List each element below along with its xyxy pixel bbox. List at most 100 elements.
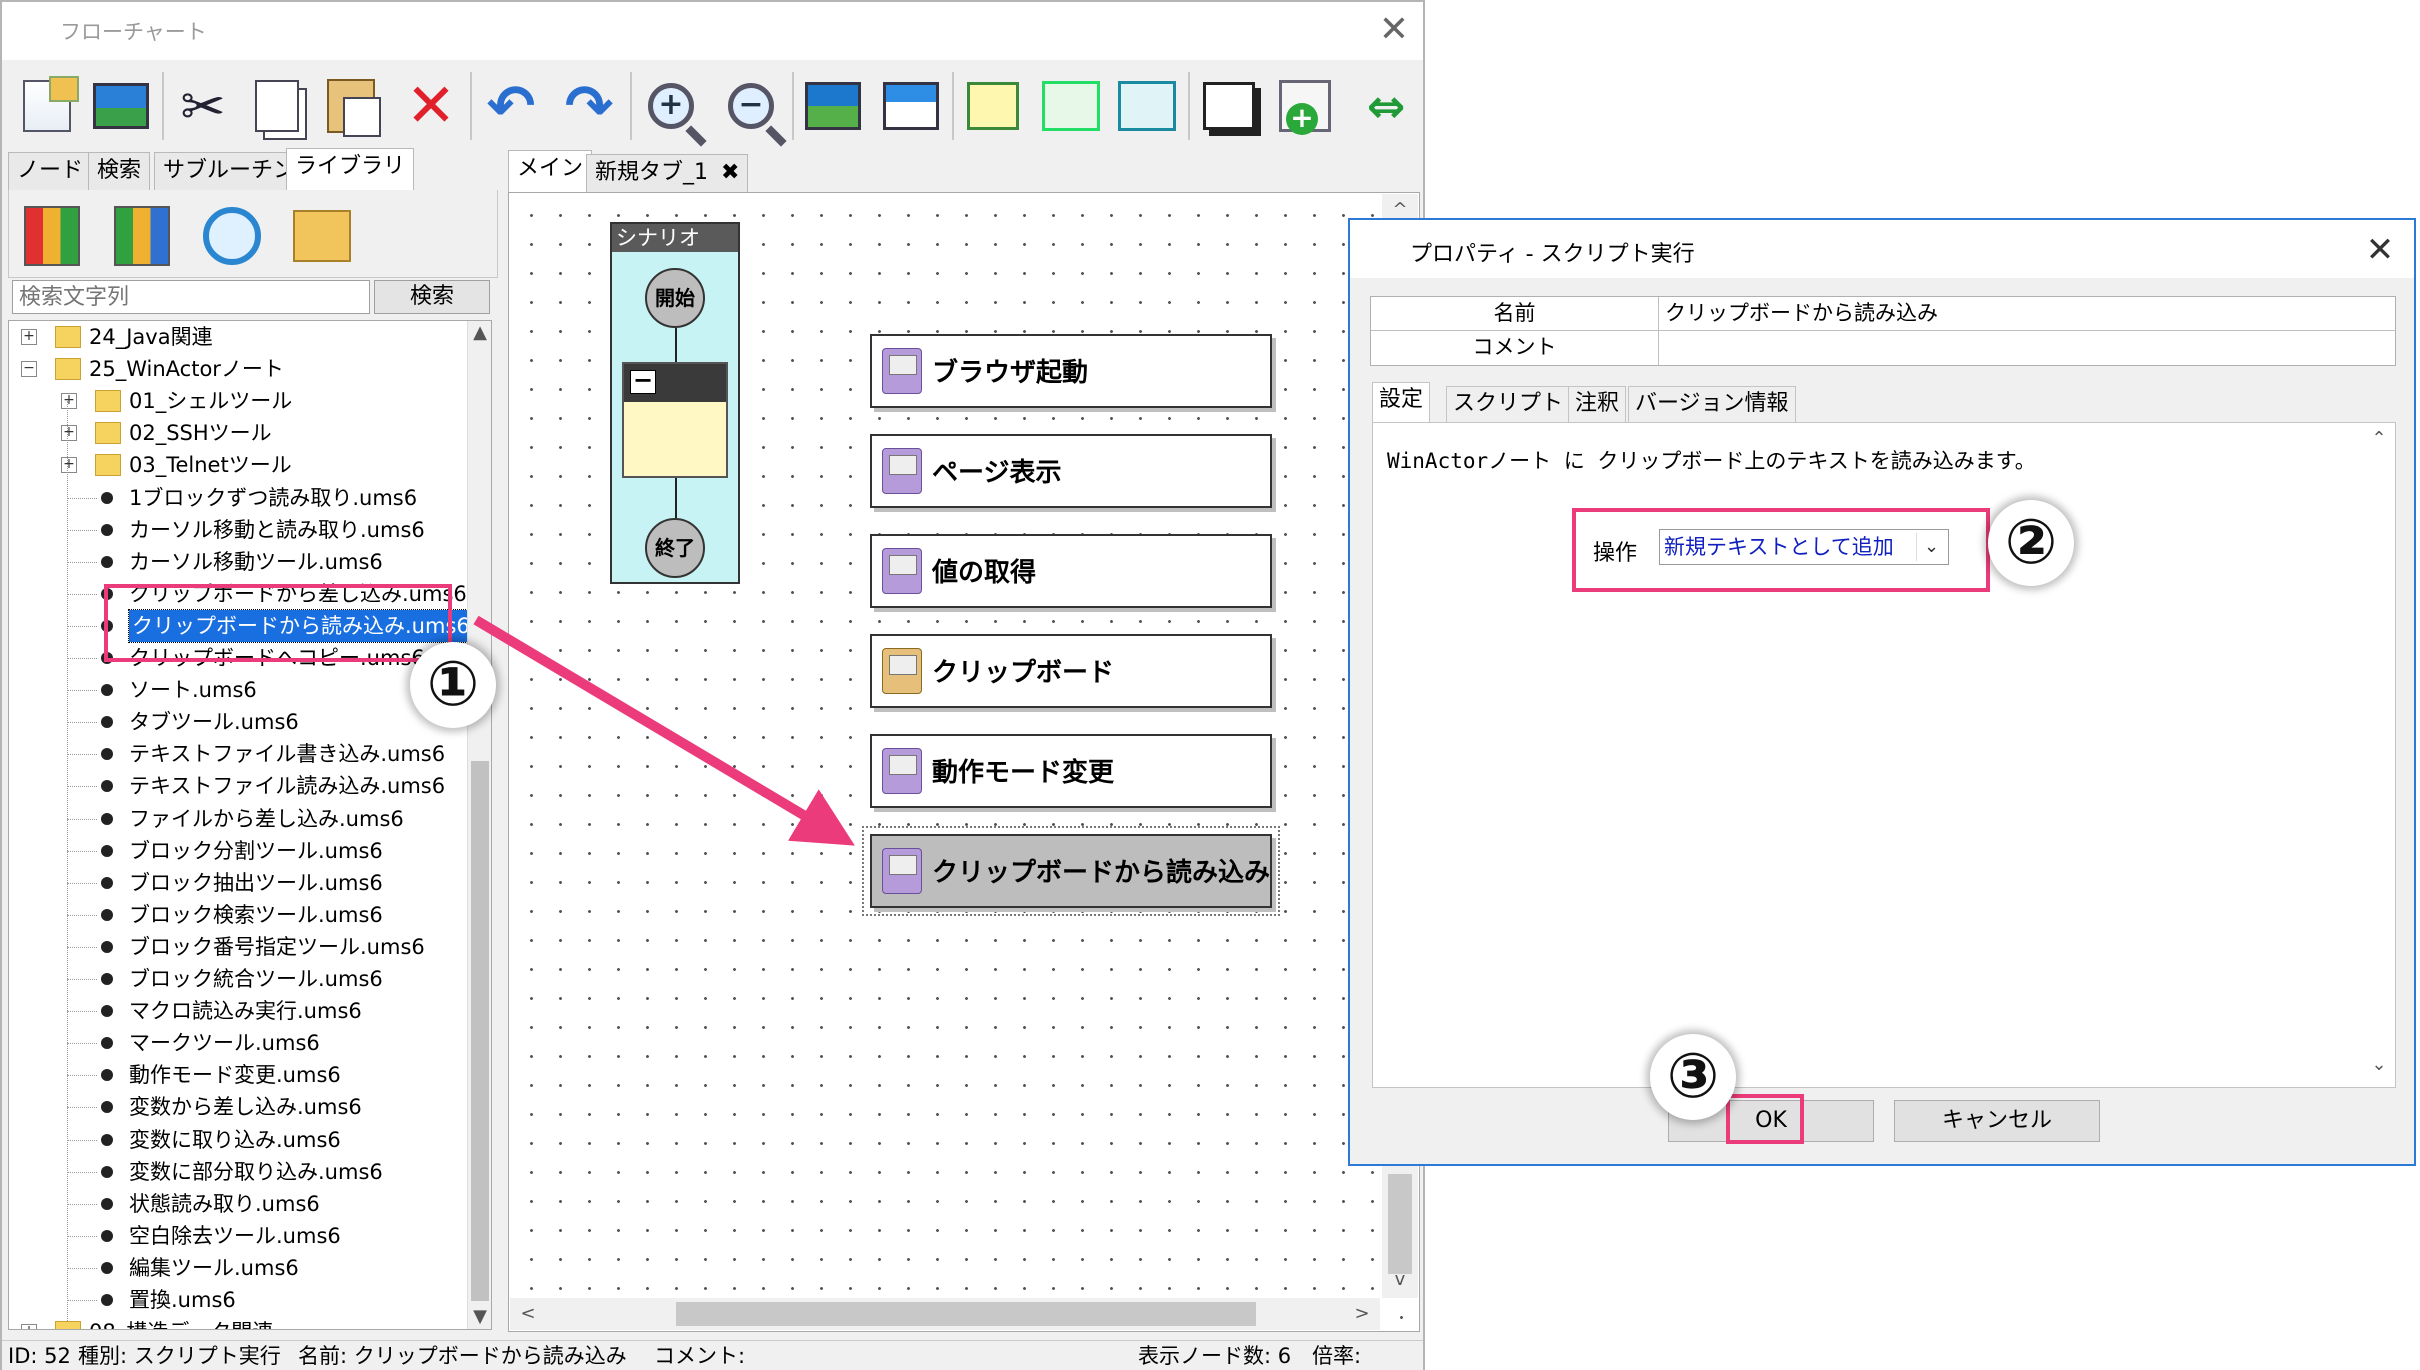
stack-icon[interactable] [1194,70,1264,142]
bullet-icon [101,716,113,729]
capture-icon[interactable] [798,70,868,142]
clipboard-icon [882,648,922,694]
action-node[interactable]: ブラウザ起動 [870,334,1272,408]
prop-value-name[interactable]: クリップボードから読み込み [1665,297,1938,329]
bullet-icon [101,1294,113,1306]
start-node[interactable]: 開始 [645,268,705,328]
tree-item-label: 変数から差し込み.ums6 [129,1095,362,1120]
tree-item-label: 変数に取り込み.ums6 [129,1127,341,1152]
property-table: 名前 クリップボードから読み込み コメント [1370,296,2396,366]
canvas-tabs: メイン 新規タブ_1 ✖ [508,150,1422,194]
undo-icon[interactable]: ↶ [476,70,546,142]
tab-node[interactable]: ノード [8,152,93,190]
import-icon[interactable] [1112,70,1182,142]
canvas-scroll-right[interactable]: > [1350,1302,1374,1326]
add-node-icon[interactable] [1270,70,1340,142]
tree-scroll-thumb[interactable] [471,761,489,1301]
tree-scroll-up[interactable]: ▲ [468,321,491,345]
tab-annotation[interactable]: 注釈 [1568,386,1627,422]
main-toolbar: ✂ ✕ ↶ ↷ + − ⇔ [2,64,1423,150]
properties-icon[interactable] [12,70,82,142]
cut-icon[interactable]: ✂ [168,70,238,142]
bullet-icon [101,973,113,985]
tree-connector [67,1011,97,1013]
canvas-scroll-left[interactable]: < [516,1302,540,1326]
annotation-step-1: ① [410,642,496,728]
expand-icon[interactable]: + [61,457,77,474]
title-bar: フローチャート ✕ [2,2,1423,60]
bullet-icon [101,1229,113,1242]
annotation-step-2: ② [1988,500,2074,586]
bullet-icon [101,1197,113,1210]
tab-library[interactable]: ライブラリ [286,148,415,190]
delete-icon[interactable]: ✕ [396,70,466,142]
tab-search[interactable]: 検索 [88,152,151,190]
settings-scrollbar[interactable]: ⌃ ⌄ [2363,423,2395,1087]
tree-connector [67,593,97,595]
tab-main[interactable]: メイン [508,150,593,192]
tab-script[interactable]: スクリプト [1446,386,1571,422]
expand-icon[interactable]: + [61,393,77,410]
tree-item-label: 動作モード変更.ums6 [129,1063,341,1088]
sync-icon[interactable] [195,202,269,270]
action-node[interactable]: 動作モード変更 [870,734,1272,808]
tab-settings[interactable]: 設定 [1372,382,1431,422]
tree-connector [67,401,68,1321]
expand-icon[interactable]: + [21,329,37,345]
group-block[interactable]: − [622,362,728,478]
scenario-block[interactable]: シナリオ 開始 − 終了 [610,222,740,584]
paste-icon[interactable] [316,70,386,142]
settings-scroll-down[interactable]: ⌄ [2367,1053,2391,1077]
close-tab-icon[interactable]: ✖ [721,160,739,185]
tree-scroll-down[interactable]: ▼ [468,1305,491,1329]
cancel-button[interactable]: キャンセル [1894,1100,2100,1142]
swap-icon[interactable]: ⇔ [1348,70,1418,142]
tree-item-label: 03_Telnetツール [129,453,292,478]
library-search-input[interactable] [12,280,370,314]
tree-connector [67,625,97,627]
settings-scroll-up[interactable]: ⌃ [2367,427,2391,451]
zoom-out-icon[interactable]: − [716,70,786,142]
annotation-step-3: ③ [1650,1034,1736,1120]
bullet-icon [101,1101,113,1114]
library-import-icon[interactable] [15,202,89,270]
action-node[interactable]: クリップボードから読み込み [862,826,1280,916]
bullet-icon [101,780,113,793]
action-node[interactable]: 値の取得 [870,534,1272,608]
annotation-box-1 [104,584,452,662]
tab-new-1[interactable]: 新規タブ_1 ✖ [586,154,749,192]
status-comment: コメント: [654,1344,746,1368]
export-icon[interactable] [1036,70,1106,142]
action-node[interactable]: クリップボード [870,634,1272,708]
copy-icon[interactable] [242,70,312,142]
tree-connector [67,658,97,659]
folder-search-icon[interactable] [285,202,359,270]
tab-version[interactable]: バージョン情報 [1628,386,1796,422]
library-export-icon[interactable] [105,202,179,270]
note-icon[interactable] [958,70,1028,142]
properties-dialog: プロパティ - スクリプト実行 ✕ 名前 クリップボードから読み込み コメント … [1348,218,2416,1166]
tree-scrollbar[interactable]: ▲ ▼ [467,321,491,1329]
action-node[interactable]: ページ表示 [870,434,1272,508]
collapse-icon[interactable]: − [630,368,656,394]
canvas-scroll-down[interactable]: v [1388,1268,1412,1292]
end-node[interactable]: 終了 [645,518,705,578]
tree-item-label: ブロック統合ツール.ums6 [129,967,383,991]
canvas-horizontal-scrollbar[interactable]: < > [510,1298,1380,1330]
redo-icon[interactable]: ↷ [554,70,624,142]
folder-icon [95,422,121,445]
expand-icon[interactable]: + [61,425,77,442]
library-search-button[interactable]: 検索 [374,280,490,314]
canvas-vscroll-thumb[interactable] [1388,1174,1412,1274]
zoom-in-icon[interactable]: + [636,70,706,142]
canvas-scroll-thumb[interactable] [676,1302,1256,1326]
dialog-close-icon[interactable]: ✕ [2360,230,2400,270]
close-icon[interactable]: ✕ [1374,10,1414,50]
tree-item-label: 01_シェルツール [129,389,293,414]
expand-icon[interactable]: + [21,1324,37,1329]
collapse-icon[interactable]: − [21,361,37,378]
window-icon[interactable] [876,70,946,142]
image-icon[interactable] [86,70,156,142]
tab-subroutine[interactable]: サブルーチン [154,152,305,190]
toolbar-separator [162,72,164,140]
